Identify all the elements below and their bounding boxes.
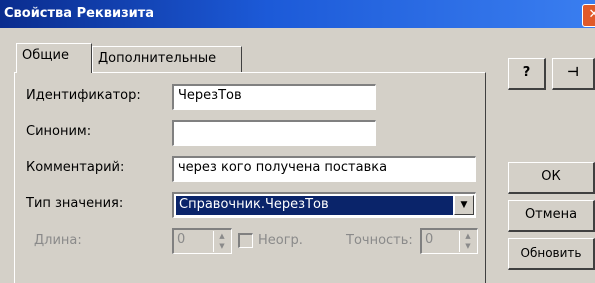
synonym-input[interactable] bbox=[172, 120, 376, 146]
chevron-down-icon[interactable]: ▼ bbox=[454, 195, 474, 215]
unlimited-label: Неогр. bbox=[258, 233, 303, 248]
comment-input[interactable]: через кого получена поставка bbox=[172, 156, 476, 182]
title-bar: Свойства Реквизита ✕ bbox=[0, 0, 595, 28]
refresh-button[interactable]: Обновить bbox=[508, 238, 595, 270]
comment-label: Комментарий: bbox=[26, 160, 125, 175]
pin-icon[interactable]: ⊣ bbox=[552, 58, 595, 90]
identifier-label: Идентификатор: bbox=[26, 88, 141, 103]
length-value: 0 bbox=[177, 232, 186, 247]
unlimited-checkbox[interactable] bbox=[238, 233, 253, 248]
type-select[interactable]: Справочник.ЧерезТов ▼ bbox=[172, 192, 476, 218]
window-title: Свойства Реквизита bbox=[4, 6, 155, 21]
precision-value: 0 bbox=[425, 232, 434, 247]
identifier-input[interactable]: ЧерезТов bbox=[172, 84, 376, 110]
type-label: Тип значения: bbox=[26, 196, 124, 211]
length-label: Длина: bbox=[34, 233, 82, 248]
type-select-value: Справочник.ЧерезТов bbox=[176, 196, 453, 215]
tab-additional-label: Дополнительные bbox=[98, 51, 217, 66]
length-stepper[interactable]: 0 ▲ ▼ bbox=[172, 228, 232, 254]
close-icon[interactable]: ✕ bbox=[582, 4, 595, 27]
tab-general-label: Общие bbox=[22, 48, 69, 63]
precision-stepper[interactable]: 0 ▲ ▼ bbox=[420, 228, 478, 254]
help-icon[interactable]: ? bbox=[508, 58, 546, 90]
precision-label: Точность: bbox=[346, 233, 413, 248]
cancel-button[interactable]: Отмена bbox=[508, 200, 595, 232]
ok-button[interactable]: ОК bbox=[508, 162, 595, 194]
tab-additional[interactable]: Дополнительные bbox=[92, 46, 242, 72]
tab-general[interactable]: Общие bbox=[16, 43, 92, 73]
spin-arrows-icon[interactable]: ▲ ▼ bbox=[459, 231, 476, 252]
spin-arrows-icon[interactable]: ▲ ▼ bbox=[213, 231, 230, 252]
synonym-label: Синоним: bbox=[26, 124, 92, 139]
